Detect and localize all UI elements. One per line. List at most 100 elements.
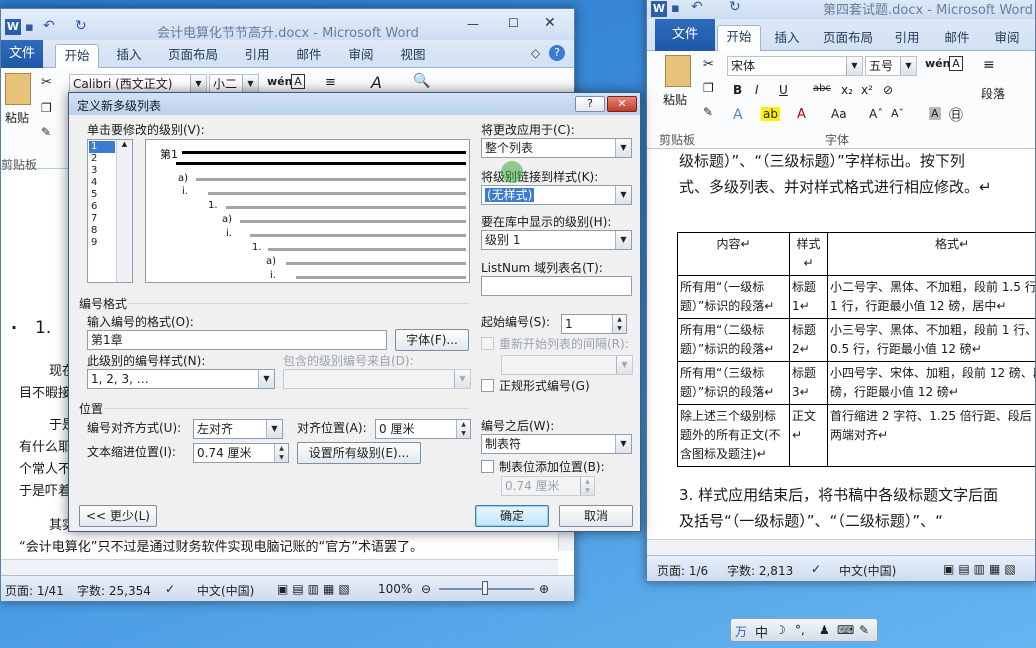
maximize-button[interactable]: ☐ xyxy=(508,16,519,30)
level-item[interactable]: 9 xyxy=(91,237,97,248)
ime-punctuation-icon[interactable]: ☽ xyxy=(775,623,786,637)
change-case-icon[interactable]: Aa xyxy=(831,107,847,121)
chevron-down-icon[interactable]: ▼ xyxy=(846,57,862,75)
page-count[interactable]: 页面: 1/6 xyxy=(657,562,708,579)
zoom-level[interactable]: 100% xyxy=(378,582,412,596)
indent-spinner[interactable]: 0.74 厘米 ▲ ▼ xyxy=(193,443,289,463)
spinner-arrows-icon[interactable]: ▲ ▼ xyxy=(612,315,626,333)
alignment-select[interactable]: 左对齐 ▼ xyxy=(193,419,283,439)
paste-icon[interactable] xyxy=(665,55,691,87)
spinner-arrows-icon[interactable]: ▲ ▼ xyxy=(456,420,470,438)
view-buttons[interactable]: ▣▤▥▦▧ xyxy=(277,582,354,596)
enclosed-char-icon[interactable]: ㊐ xyxy=(949,105,963,125)
text-effects-icon[interactable]: A xyxy=(733,107,743,123)
ime-fullwidth-icon[interactable]: °, xyxy=(795,623,805,637)
chevron-down-icon[interactable]: ▼ xyxy=(266,420,282,438)
font-name-box[interactable]: Calibri (西文正文) ▼ xyxy=(69,74,207,94)
restart-checkbox[interactable] xyxy=(481,337,494,350)
char-border-icon[interactable]: A xyxy=(949,56,963,71)
align-icon[interactable]: ≡ xyxy=(325,75,336,90)
tab-file[interactable]: 文件 xyxy=(655,19,715,51)
ime-user-icon[interactable]: ♟ xyxy=(819,623,830,637)
add-tab-stop-checkbox[interactable] xyxy=(481,460,494,473)
undo-icon[interactable]: ↶ xyxy=(43,18,55,34)
proofing-icon[interactable]: ✓ xyxy=(811,562,821,576)
save-icon[interactable]: ▪ xyxy=(671,1,680,16)
styles-icon[interactable]: A xyxy=(371,73,382,92)
legal-style-checkbox[interactable] xyxy=(481,379,494,392)
level-listbox[interactable]: 1 2 3 4 5 6 7 8 9 ▲ xyxy=(87,139,133,283)
level-item[interactable]: 8 xyxy=(91,225,97,236)
ime-keyboard-icon[interactable]: ⌨ xyxy=(837,623,854,637)
font-size-box[interactable]: 小二 ▼ xyxy=(209,74,259,94)
copy-icon[interactable]: ❐ xyxy=(41,101,52,115)
include-level-select[interactable]: ▼ xyxy=(283,369,471,389)
chevron-down-icon[interactable]: ▼ xyxy=(615,139,631,157)
zoom-slider-thumb[interactable] xyxy=(482,581,488,595)
bold-icon[interactable]: B xyxy=(733,83,742,97)
paste-icon[interactable] xyxy=(5,73,31,105)
highlight-icon[interactable]: ab xyxy=(761,107,780,121)
left-horizontal-scrollbar[interactable] xyxy=(1,559,558,575)
cancel-button[interactable]: 取消 xyxy=(559,505,633,527)
char-shading-icon[interactable]: A xyxy=(929,107,941,120)
word-count[interactable]: 字数: 2,813 xyxy=(727,562,793,579)
level-item[interactable]: 6 xyxy=(91,201,97,212)
level-list-scrollbar[interactable]: ▲ xyxy=(116,140,132,282)
zoom-out-icon[interactable]: ⊖ xyxy=(421,582,431,596)
start-at-spinner[interactable]: 1 ▲ ▼ xyxy=(561,314,627,334)
format-painter-icon[interactable]: ✎ xyxy=(41,125,51,139)
paragraph-icon[interactable]: ≡ xyxy=(983,57,995,73)
ok-button[interactable]: 确定 xyxy=(475,505,549,527)
spinner-arrows-icon[interactable]: ▲ ▼ xyxy=(580,477,594,495)
tab-view[interactable]: 视图 xyxy=(393,44,433,68)
phonetic-guide-icon[interactable]: wén xyxy=(267,75,292,88)
tab-page-layout[interactable]: 页面布局 xyxy=(817,27,879,51)
tab-review[interactable]: 审阅 xyxy=(989,27,1025,51)
language-indicator[interactable]: 中文(中国) xyxy=(839,562,896,579)
level-item[interactable]: 4 xyxy=(91,177,97,188)
chevron-down-icon[interactable]: ▼ xyxy=(616,356,632,374)
tab-page-layout[interactable]: 页面布局 xyxy=(161,44,225,68)
italic-icon[interactable]: I xyxy=(755,83,759,97)
tab-home[interactable]: 开始 xyxy=(55,44,99,68)
chevron-down-icon[interactable]: ▼ xyxy=(900,57,916,75)
align-at-spinner[interactable]: 0 厘米 ▲ ▼ xyxy=(375,419,471,439)
enter-format-input[interactable]: 第1章 xyxy=(87,330,387,350)
phonetic-guide-icon[interactable]: wén xyxy=(925,57,950,70)
redo-icon[interactable]: ↻ xyxy=(75,18,87,34)
page-count[interactable]: 页面: 1/41 xyxy=(5,582,64,599)
chevron-down-icon[interactable]: ▼ xyxy=(258,370,274,388)
font-size-box[interactable]: 五号 ▼ xyxy=(865,56,917,76)
ime-mode-indicator[interactable]: 中 xyxy=(755,622,768,641)
set-all-levels-button[interactable]: 设置所有级别(E)... xyxy=(297,442,421,464)
chevron-down-icon[interactable]: ▼ xyxy=(190,75,206,93)
tab-references[interactable]: 引用 xyxy=(237,44,277,68)
spinner-arrows-icon[interactable]: ▲ ▼ xyxy=(274,444,288,462)
shrink-font-icon[interactable]: Aˇ xyxy=(891,107,904,120)
close-button[interactable]: ✕ xyxy=(544,15,556,31)
chevron-down-icon[interactable]: ▼ xyxy=(615,186,631,204)
gallery-level-select[interactable]: 级别 1 ▼ xyxy=(481,230,632,250)
proofing-icon[interactable]: ✓ xyxy=(165,582,175,596)
grow-font-icon[interactable]: Aˆ xyxy=(869,107,883,121)
ime-logo-icon[interactable]: 万 xyxy=(735,623,747,640)
minimize-button[interactable]: — xyxy=(467,17,479,31)
apply-to-select[interactable]: 整个列表 ▼ xyxy=(481,138,632,158)
cut-icon[interactable]: ✂ xyxy=(703,57,714,72)
help-icon[interactable]: ? xyxy=(549,45,565,61)
format-painter-icon[interactable]: ✎ xyxy=(703,105,713,119)
ime-toolbar[interactable]: 万 中 ☽ °, ♟ ⌨ ✎ xyxy=(730,618,878,642)
tab-home[interactable]: 开始 xyxy=(717,25,761,51)
language-indicator[interactable]: 中文(中国) xyxy=(197,582,254,599)
restart-select[interactable]: ▼ xyxy=(501,355,633,375)
font-button[interactable]: 字体(F)... xyxy=(395,329,469,351)
dialog-help-button[interactable]: ? xyxy=(575,96,605,112)
follow-number-select[interactable]: 制表符 ▼ xyxy=(481,434,632,454)
tab-review[interactable]: 审阅 xyxy=(341,44,381,68)
tab-references[interactable]: 引用 xyxy=(889,27,925,51)
cut-icon[interactable]: ✂ xyxy=(41,75,52,90)
underline-icon[interactable]: U xyxy=(779,83,788,97)
dialog-close-button[interactable]: ✕ xyxy=(607,96,637,112)
less-button[interactable]: << 更少(L) xyxy=(79,505,157,527)
